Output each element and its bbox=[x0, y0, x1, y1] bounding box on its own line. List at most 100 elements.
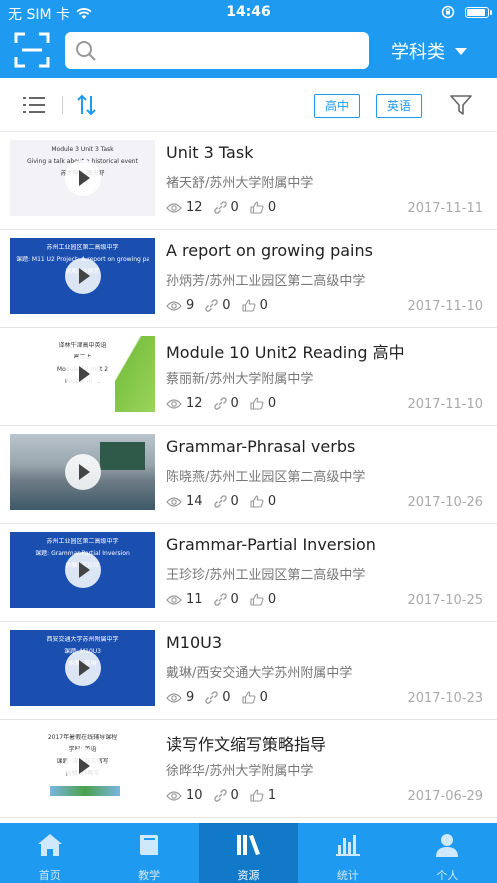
play-icon[interactable] bbox=[65, 552, 101, 588]
item-date: 2017-11-10 bbox=[407, 299, 483, 314]
play-icon[interactable] bbox=[65, 356, 101, 392]
item-title[interactable]: A report on growing pains bbox=[166, 241, 373, 260]
item-stats: 14 0 0 bbox=[166, 494, 276, 509]
tag-level[interactable]: 高中 bbox=[314, 94, 361, 118]
likes-count: 0 bbox=[267, 396, 277, 411]
tab-bar-chart[interactable]: 统计 bbox=[298, 823, 397, 883]
video-thumbnail[interactable]: 西安交通大学苏州附属中学课题: M10U3执教: 戴琳 bbox=[10, 630, 155, 706]
play-icon[interactable] bbox=[65, 454, 101, 490]
video-thumbnail[interactable]: 译林牛津高中英语高三上Module 10 Unit 2People in ... bbox=[10, 336, 155, 412]
thumbnail-text: 苏州工业园区第二高级中学 bbox=[46, 244, 119, 251]
item-author: 戴琳/西安交通大学苏州附属中学 bbox=[166, 666, 353, 681]
video-thumbnail[interactable]: 2017年暑假在线辅导课程学科: 英语课题: 读写作文缩写执教: 徐晔华 bbox=[10, 728, 155, 804]
item-stats: 12 0 0 bbox=[166, 396, 276, 411]
item-author: 褚天舒/苏州大学附属中学 bbox=[166, 176, 314, 191]
like-icon bbox=[250, 201, 264, 214]
status-time: 14:46 bbox=[226, 4, 271, 20]
list-item[interactable]: 译林牛津高中英语高三上Module 10 Unit 2People in ...… bbox=[0, 328, 497, 426]
play-icon[interactable] bbox=[65, 258, 101, 294]
tab-person[interactable]: 个人 bbox=[398, 823, 497, 883]
rotation-lock-icon bbox=[441, 5, 455, 19]
list-item[interactable]: 苏州工业园区第二高级中学课题: Grammar-Partial Inversio… bbox=[0, 524, 497, 622]
filter-toolbar: 高中 英语 bbox=[0, 78, 497, 132]
item-date: 2017-10-25 bbox=[407, 593, 483, 608]
top-bar: 无 SIM 卡 14:46 学科类 bbox=[0, 0, 497, 78]
item-date: 2017-11-11 bbox=[407, 201, 483, 216]
sort-icon[interactable] bbox=[77, 94, 97, 116]
list-item[interactable]: Grammar-Phrasal verbs 陈晓燕/苏州工业园区第二高级中学 14 0… bbox=[0, 426, 497, 524]
list-item[interactable]: 西安交通大学苏州附属中学课题: M10U3执教: 戴琳 M10U3 戴琳/西安交通大… bbox=[0, 622, 497, 720]
toolbar-divider bbox=[62, 96, 63, 114]
tab-library[interactable]: 资源 bbox=[198, 823, 299, 883]
likes-count: 1 bbox=[267, 788, 277, 803]
links-count: 0 bbox=[230, 200, 239, 215]
item-title[interactable]: 读写作文缩写策略指导 bbox=[166, 731, 326, 755]
item-date: 2017-11-10 bbox=[407, 397, 483, 412]
search-input[interactable] bbox=[105, 38, 355, 62]
link-icon bbox=[205, 691, 218, 704]
item-stats: 9 0 0 bbox=[166, 298, 268, 313]
link-icon bbox=[213, 593, 227, 606]
list-item[interactable]: Module 3 Unit 3 TaskGiving a talk about … bbox=[0, 132, 497, 230]
links-count: 0 bbox=[230, 396, 239, 411]
thumbnail-text: 2017年暑假在线辅导课程 bbox=[47, 734, 118, 741]
subject-label: 学科类 bbox=[391, 42, 445, 63]
thumbnail-text: Module 3 Unit 3 Task bbox=[51, 146, 114, 153]
thumbnail-text: 译林牛津高中英语 bbox=[58, 342, 107, 349]
like-icon bbox=[242, 299, 256, 312]
views-count: 9 bbox=[186, 298, 195, 313]
video-thumbnail[interactable]: Module 3 Unit 3 TaskGiving a talk about … bbox=[10, 140, 155, 216]
links-count: 0 bbox=[230, 592, 239, 607]
search-box[interactable] bbox=[65, 32, 369, 69]
video-thumbnail[interactable]: 苏州工业园区第二高级中学课题: M11 U2 Project: A report… bbox=[10, 238, 155, 314]
item-stats: 10 0 1 bbox=[166, 788, 276, 803]
item-date: 2017-10-26 bbox=[407, 495, 483, 510]
bottom-tab-bar: 首页 教学 资源 统计 个人 bbox=[0, 823, 497, 883]
item-stats: 11 0 0 bbox=[166, 592, 276, 607]
item-title[interactable]: M10U3 bbox=[166, 633, 222, 652]
item-title[interactable]: Module 10 Unit2 Reading 高中 bbox=[166, 339, 405, 363]
thumbnail-decoration bbox=[50, 786, 120, 796]
link-icon bbox=[213, 789, 227, 802]
video-thumbnail[interactable] bbox=[10, 434, 155, 510]
likes-count: 0 bbox=[259, 690, 268, 705]
item-author: 陈晓燕/苏州工业园区第二高级中学 bbox=[166, 470, 366, 485]
person-icon bbox=[435, 833, 459, 860]
item-date: 2017-10-23 bbox=[407, 691, 483, 706]
list-item[interactable]: 苏州工业园区第二高级中学课题: M11 U2 Project: A report… bbox=[0, 230, 497, 328]
tab-label: 统计 bbox=[336, 869, 359, 882]
item-title[interactable]: Grammar-Phrasal verbs bbox=[166, 437, 355, 456]
views-icon bbox=[166, 398, 182, 409]
video-thumbnail[interactable]: 苏州工业园区第二高级中学课题: Grammar-Partial Inversio… bbox=[10, 532, 155, 608]
likes-count: 0 bbox=[267, 494, 277, 509]
like-icon bbox=[242, 691, 256, 704]
list-item[interactable]: 2017年暑假在线辅导课程学科: 英语课题: 读写作文缩写执教: 徐晔华读写作文… bbox=[0, 720, 497, 818]
subject-dropdown[interactable]: 学科类 bbox=[391, 38, 467, 64]
play-icon[interactable] bbox=[65, 160, 101, 196]
status-bar: 无 SIM 卡 14:46 bbox=[0, 0, 497, 26]
photo-board bbox=[100, 442, 145, 470]
item-author: 蔡丽新/苏州大学附属中学 bbox=[166, 372, 314, 387]
tab-label: 首页 bbox=[38, 869, 61, 882]
filter-icon[interactable] bbox=[450, 94, 472, 116]
play-icon[interactable] bbox=[65, 650, 101, 686]
item-stats: 12 0 0 bbox=[166, 200, 276, 215]
links-count: 0 bbox=[230, 494, 239, 509]
like-icon bbox=[250, 495, 264, 508]
tag-subject[interactable]: 英语 bbox=[376, 94, 423, 118]
item-title[interactable]: Unit 3 Task bbox=[166, 143, 253, 162]
views-icon bbox=[166, 496, 182, 507]
item-stats: 9 0 0 bbox=[166, 690, 268, 705]
links-count: 0 bbox=[222, 690, 231, 705]
tab-home[interactable]: 首页 bbox=[0, 823, 99, 883]
views-icon bbox=[166, 594, 182, 605]
item-title[interactable]: Grammar-Partial Inversion bbox=[166, 535, 376, 554]
views-icon bbox=[166, 300, 182, 311]
library-icon bbox=[236, 833, 262, 860]
links-count: 0 bbox=[230, 788, 239, 803]
tab-book[interactable]: 教学 bbox=[99, 823, 198, 883]
list-view-icon[interactable] bbox=[23, 96, 45, 114]
play-icon[interactable] bbox=[65, 748, 101, 784]
scan-icon[interactable] bbox=[14, 32, 50, 68]
tab-label: 资源 bbox=[237, 869, 260, 882]
